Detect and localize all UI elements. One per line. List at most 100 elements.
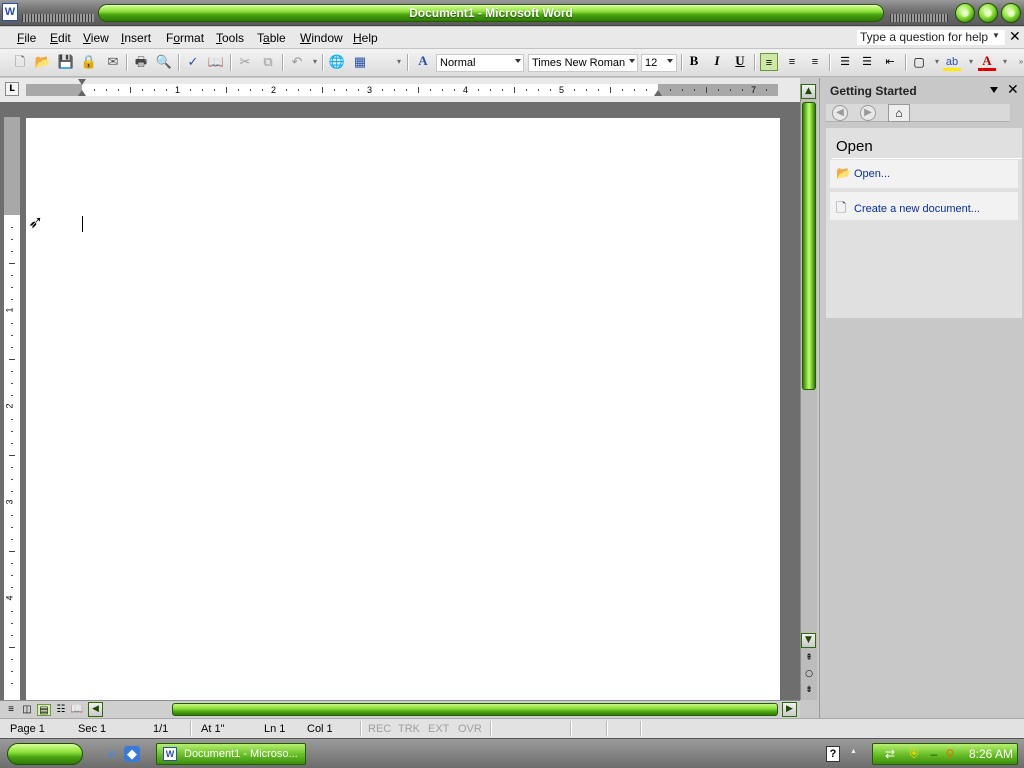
taskbar-word-button[interactable]: W Document1 - Microso... (156, 743, 306, 765)
menu-view[interactable]: View (83, 31, 109, 45)
web-layout-view-icon[interactable]: ◫ (20, 704, 34, 716)
highlight-icon[interactable]: ab (943, 53, 961, 71)
align-center-icon[interactable]: ≡ (783, 53, 801, 71)
font-combo[interactable]: Times New Roman (528, 54, 638, 72)
open-folder-icon[interactable]: 📂 (34, 53, 52, 71)
vertical-ruler[interactable]: 1 2 3 4 (4, 117, 20, 700)
cut-icon[interactable]: ✂ (236, 53, 254, 71)
scroll-left-icon[interactable]: ◀ (88, 702, 103, 717)
style-combo[interactable]: Normal (436, 54, 524, 72)
font-dropdown-icon[interactable] (629, 59, 635, 63)
scroll-down-icon[interactable]: ▼ (801, 633, 816, 648)
toolbar-overflow-icon[interactable]: » (1012, 53, 1024, 71)
create-new-document-link[interactable]: 🗋 Create a new document... (836, 199, 980, 221)
print-icon[interactable]: 🖶 (132, 53, 150, 71)
minimize-button[interactable] (955, 3, 975, 23)
normal-view-icon[interactable]: ≡ (4, 704, 18, 716)
italic-button[interactable]: I (708, 53, 726, 71)
reading-layout-view-icon[interactable]: 📖 (70, 704, 84, 716)
ruler-bar[interactable]: 1 2 3 4 5 7 (26, 79, 778, 96)
open-link[interactable]: 📂 Open... (836, 166, 890, 180)
permission-icon[interactable]: 🔒 (80, 53, 98, 71)
save-icon[interactable]: 💾 (57, 53, 75, 71)
menu-table[interactable]: Table (257, 31, 286, 45)
word-app-icon[interactable]: W (2, 3, 18, 21)
ruler-number: 3 (367, 85, 373, 95)
status-ovr[interactable]: OVR (458, 723, 482, 735)
right-indent-marker[interactable] (654, 90, 662, 96)
quick-launch-icon[interactable]: ◆ (124, 746, 140, 762)
bullets-icon[interactable]: ☰ (858, 53, 876, 71)
align-left-icon[interactable]: ≡ (760, 53, 778, 71)
internet-explorer-icon[interactable]: ℯ (104, 746, 120, 762)
outline-view-icon[interactable]: ☷ (54, 704, 68, 716)
style-dropdown-icon[interactable] (515, 59, 521, 63)
previous-page-icon[interactable]: ⇞ (803, 653, 815, 663)
maximize-button[interactable] (978, 3, 998, 23)
ruler-tick (11, 227, 13, 228)
task-pane-close-icon[interactable]: ✕ (1007, 82, 1019, 98)
menu-insert[interactable]: Insert (121, 31, 151, 45)
borders-icon[interactable]: ▢ (910, 53, 928, 71)
vertical-scroll-thumb[interactable] (802, 102, 816, 390)
task-pane-dropdown-icon[interactable] (990, 87, 998, 93)
security-shield-icon[interactable]: ⛨ (907, 747, 921, 761)
scroll-up-icon[interactable]: ▲ (801, 84, 816, 99)
help-question-box[interactable]: Type a question for help (856, 29, 1006, 46)
horizontal-scroll-thumb[interactable] (172, 703, 778, 716)
horizontal-scrollbar[interactable]: ≡ ◫ ▤ ☷ 📖 ◀ ▶ (0, 700, 800, 718)
network-icon[interactable]: ⇄ (883, 747, 897, 761)
scroll-right-icon[interactable]: ▶ (782, 702, 797, 717)
vertical-scrollbar[interactable]: ▲ ▼ ⇞ ○ ⇟ (800, 84, 817, 700)
document-page[interactable] (26, 118, 780, 700)
font-size-dropdown-icon[interactable] (667, 59, 673, 63)
new-document-icon[interactable]: 🗋 (11, 53, 29, 71)
search-icon[interactable]: ⚲ (943, 747, 957, 761)
undo-icon[interactable]: ↶ (288, 53, 306, 71)
task-pane-title[interactable]: Getting Started (830, 84, 917, 98)
help-dropdown-icon[interactable]: ▼ (992, 31, 1000, 40)
home-icon[interactable]: ⌂ (888, 104, 910, 122)
menu-tools[interactable]: Tools (216, 31, 244, 45)
menu-format[interactable]: Format (166, 31, 204, 45)
status-rec[interactable]: REC (368, 723, 391, 735)
print-layout-view-icon[interactable]: ▤ (37, 704, 51, 716)
research-icon[interactable]: 📖 (207, 53, 225, 71)
font-size-combo[interactable]: 12 (641, 54, 677, 72)
volume-icon[interactable]: – (927, 747, 941, 761)
hyperlink-globe-icon[interactable]: 🌐 (328, 53, 346, 71)
toolbar-options-icon[interactable]: ▾ (390, 53, 408, 71)
hanging-indent-marker[interactable] (78, 90, 86, 96)
menu-help[interactable]: Help (353, 31, 378, 45)
font-color-icon[interactable]: A (978, 53, 996, 71)
first-line-indent-marker[interactable] (78, 79, 86, 85)
ruler-tick (11, 491, 13, 492)
align-right-icon[interactable]: ≡ (806, 53, 824, 71)
bold-button[interactable]: B (685, 53, 703, 71)
tab-selector[interactable]: L (5, 82, 19, 96)
email-icon[interactable]: ✉ (104, 53, 122, 71)
decrease-indent-icon[interactable]: ⇤ (881, 53, 899, 71)
tray-expand-icon[interactable]: ▲ (850, 748, 857, 755)
document-close-icon[interactable]: ✕ (1009, 29, 1021, 45)
forward-icon[interactable]: ▶ (860, 105, 876, 121)
print-preview-icon[interactable]: 🔍 (155, 53, 173, 71)
help-icon[interactable]: ? (826, 746, 840, 762)
insert-table-icon[interactable]: ▦ (351, 53, 369, 71)
underline-button[interactable]: U (731, 53, 749, 71)
back-icon[interactable]: ◀ (832, 105, 848, 121)
status-trk[interactable]: TRK (398, 723, 420, 735)
select-browse-object-icon[interactable]: ○ (803, 669, 815, 679)
close-button[interactable] (1001, 3, 1021, 23)
status-ext[interactable]: EXT (428, 723, 449, 735)
spelling-icon[interactable]: ✓ (184, 53, 202, 71)
menu-edit[interactable]: Edit (50, 31, 71, 45)
copy-icon[interactable]: ⧉ (259, 53, 277, 71)
menu-file[interactable]: File (17, 31, 36, 45)
start-button[interactable] (7, 743, 83, 765)
menu-window[interactable]: Window (300, 31, 343, 45)
numbering-icon[interactable]: ☰ (836, 53, 854, 71)
next-page-icon[interactable]: ⇟ (803, 685, 815, 695)
clock[interactable]: 8:26 AM (969, 747, 1013, 761)
styles-formatting-icon[interactable]: A (414, 53, 432, 71)
